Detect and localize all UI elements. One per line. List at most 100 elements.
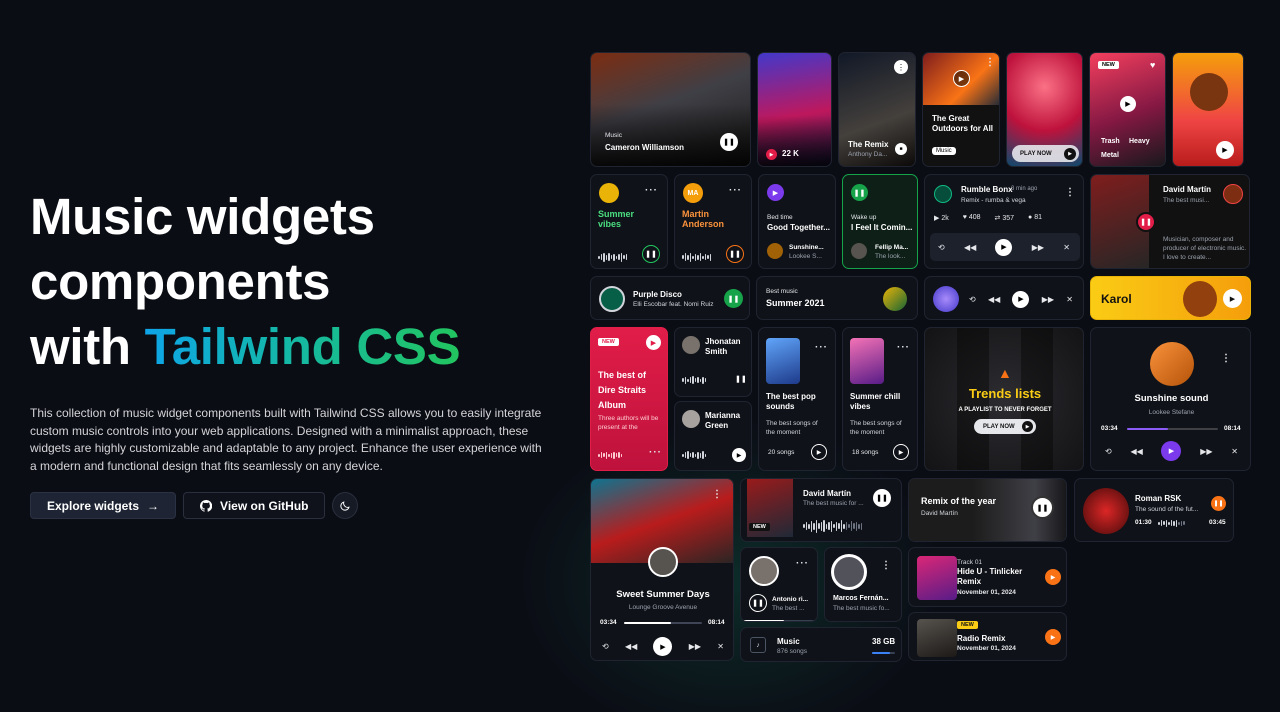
widget-antonio[interactable]: ··· ❚❚ Antonio ri... The best ...	[740, 547, 818, 622]
previous-icon[interactable]: ◀◀	[625, 642, 637, 651]
play-button[interactable]: ▶	[767, 184, 784, 201]
widget-sweet-summer[interactable]: ⋮ Sweet Summer Days Lounge Groove Avenue…	[590, 478, 734, 661]
widget-david-card[interactable]: ❚❚ David Martín The best musi... Musicia…	[1090, 174, 1250, 269]
widget-david-wave[interactable]: NEW David Martín The best music for ... …	[740, 478, 902, 542]
widget-sunshine[interactable]: ⋮ Sunshine sound Lookee Stefane 03:34 08…	[1090, 327, 1251, 471]
shares-stat[interactable]: ⇄ 357	[995, 214, 1015, 222]
play-button[interactable]: ▶	[653, 637, 673, 656]
theme-toggle-button[interactable]	[332, 492, 359, 519]
play-button[interactable]: ▶	[953, 70, 970, 87]
widget-storage[interactable]: ♪ Music 876 songs 38 GB	[740, 627, 902, 662]
progress-bar[interactable]	[624, 622, 702, 624]
play-icon[interactable]: ▶	[766, 149, 777, 160]
shuffle-icon[interactable]: ✕	[717, 642, 724, 651]
pause-button[interactable]: ❚❚	[1136, 212, 1156, 232]
widget-radio-remix[interactable]: NEW Radio Remix November 01, 2024 ▶	[908, 612, 1067, 661]
more-icon[interactable]: ···	[897, 342, 910, 353]
previous-icon[interactable]: ◀◀	[1130, 447, 1142, 456]
more-icon[interactable]: ⋮	[894, 60, 908, 74]
widget-marcos[interactable]: ⋮ Marcos Fernán... The best music fo...	[824, 547, 902, 622]
widget-best-2021[interactable]: Best music Summer 2021	[756, 276, 918, 320]
repeat-icon[interactable]: ⟲	[969, 295, 976, 304]
widget-jhonatan[interactable]: Jhonatan Smith ❚❚	[674, 327, 752, 397]
play-button[interactable]: ▶	[1161, 441, 1182, 461]
play-button[interactable]: ▶	[1045, 569, 1061, 585]
widget-summer-chill[interactable]: ··· Summer chill vibes The best songs of…	[842, 327, 918, 471]
widget-summer-vibes[interactable]: ··· Summer vibes ❚❚	[590, 174, 668, 269]
pause-button[interactable]: ❚❚	[851, 184, 868, 201]
widget-mini-player[interactable]: ⟲ ◀◀ ▶ ▶▶ ✕	[924, 276, 1084, 320]
repeat-icon[interactable]: ⟲	[938, 243, 945, 252]
pause-icon[interactable]: ❚❚	[735, 375, 747, 383]
widget-roman-rsk[interactable]: Roman RSK The sound of the fut... ❚❚ 01:…	[1074, 478, 1234, 542]
more-icon[interactable]: ···	[645, 185, 658, 196]
play-button[interactable]: ▶	[646, 335, 661, 350]
pause-button[interactable]: ❚❚	[720, 133, 738, 151]
shuffle-icon[interactable]: ✕	[1231, 447, 1238, 456]
repeat-icon[interactable]: ⟲	[602, 642, 609, 651]
play-button[interactable]: ▶	[811, 444, 827, 460]
shuffle-icon[interactable]: ✕	[1066, 295, 1073, 304]
bedtime-sub: Lookee S...	[789, 253, 822, 260]
widget-cameron[interactable]: Music Cameron Williamson ❚❚	[590, 52, 751, 167]
likes-stat[interactable]: ♥ 408	[963, 214, 981, 222]
play-button[interactable]: ▶	[1216, 141, 1234, 159]
previous-icon[interactable]: ◀◀	[964, 243, 976, 252]
play-button[interactable]: ▶	[1045, 629, 1061, 645]
progress-bar[interactable]	[741, 620, 817, 621]
widget-remix[interactable]: ⋮ The Remix Anthony Da... ■	[838, 52, 916, 167]
heart-icon[interactable]: ♥	[1150, 60, 1155, 70]
more-icon[interactable]: ···	[729, 185, 742, 196]
pause-button[interactable]: ❚❚	[873, 489, 891, 507]
pause-button[interactable]: ❚❚	[1211, 496, 1226, 511]
widget-dire-straits[interactable]: NEW ▶ The best of Dire Straits Album Thr…	[590, 327, 668, 471]
widget-martin-anderson[interactable]: MA ··· Martin Anderson ❚❚	[674, 174, 752, 269]
view-on-github-button[interactable]: View on GitHub	[183, 492, 326, 519]
widget-trash-metal[interactable]: NEW ♥ ▶ Trash Heavy Metal	[1089, 52, 1166, 167]
pause-button[interactable]: ❚❚	[724, 289, 743, 308]
widget-rumble-bonx[interactable]: Rumble Bonx 3 min ago Remix - rumba & ve…	[924, 174, 1084, 269]
play-button[interactable]: ▶	[732, 448, 746, 462]
play-button[interactable]: ▶	[995, 238, 1013, 256]
comments-stat[interactable]: ● 81	[1028, 214, 1042, 222]
more-icon[interactable]: ⋮	[1065, 187, 1076, 198]
widget-outdoors[interactable]: ▶ ⋮ The Great Outdoors for All Music	[922, 52, 1000, 167]
play-button[interactable]: ▶	[1120, 96, 1136, 112]
more-icon[interactable]: ⋮	[712, 489, 723, 500]
previous-icon[interactable]: ◀◀	[988, 295, 1000, 304]
more-icon[interactable]: ⋮	[1221, 353, 1232, 364]
explore-widgets-button[interactable]: Explore widgets →	[30, 492, 177, 519]
next-icon[interactable]: ▶▶	[1200, 447, 1212, 456]
widget-purple-disco[interactable]: Purple Disco Elli Escobar feat. Nomi Rui…	[590, 276, 750, 320]
pause-button[interactable]: ❚❚	[642, 245, 660, 263]
widget-singer[interactable]: ▶ 22 K	[757, 52, 832, 167]
pause-button[interactable]: ❚❚	[726, 245, 744, 263]
widget-bed-time[interactable]: ▶ Bed time Good Together... Sunshine... …	[758, 174, 836, 269]
widget-remix-year[interactable]: Remix of the year David Martín ❚❚	[908, 478, 1067, 542]
more-icon[interactable]: ···	[649, 447, 662, 458]
more-icon[interactable]: ⋮	[985, 57, 996, 68]
widget-headphones[interactable]: ▶	[1172, 52, 1244, 167]
more-icon[interactable]: ···	[796, 558, 809, 569]
play-button[interactable]: ▶	[893, 444, 909, 460]
play-icon: ▶	[1064, 148, 1076, 160]
next-icon[interactable]: ▶▶	[1042, 295, 1054, 304]
next-icon[interactable]: ▶▶	[1032, 243, 1044, 252]
pause-button[interactable]: ❚❚	[1031, 496, 1054, 519]
widget-track-01[interactable]: Track 01 Hide U - Tinlicker Remix Novemb…	[908, 547, 1067, 607]
progress-bar[interactable]	[1127, 428, 1218, 430]
more-icon[interactable]: ⋮	[881, 560, 892, 571]
widget-best-pop[interactable]: ··· The best pop sounds The best songs o…	[758, 327, 836, 471]
widget-karol[interactable]: Karol ▶	[1090, 276, 1251, 320]
pause-button[interactable]: ❚❚	[749, 594, 767, 612]
shuffle-icon[interactable]: ✕	[1063, 243, 1070, 252]
more-icon[interactable]: ···	[815, 342, 828, 353]
widget-trends[interactable]: ▲ Trends lists A PLAYLIST TO NEVER FORGE…	[924, 327, 1084, 471]
play-button[interactable]: ▶	[1012, 290, 1030, 308]
widget-concert[interactable]: PLAY NOW ▶	[1006, 52, 1083, 167]
widget-wake-up[interactable]: ❚❚ Wake up I Feel It Comin... Fellip Ma.…	[842, 174, 918, 269]
repeat-icon[interactable]: ⟲	[1105, 447, 1112, 456]
widget-marianna[interactable]: Marianna Green ▶	[674, 401, 752, 471]
next-icon[interactable]: ▶▶	[689, 642, 701, 651]
play-button[interactable]: ▶	[1223, 289, 1242, 308]
